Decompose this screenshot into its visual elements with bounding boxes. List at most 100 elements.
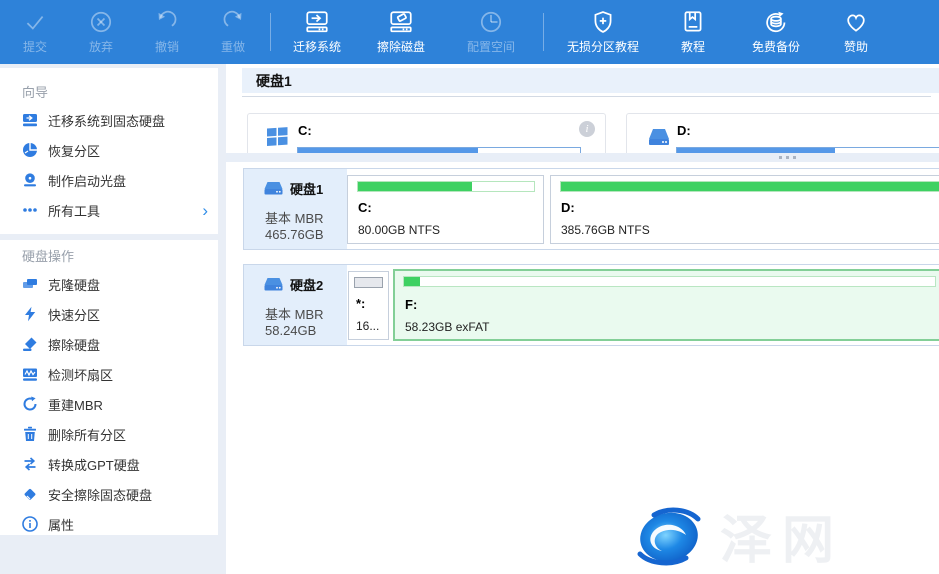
bootable-disc-icon bbox=[22, 172, 38, 188]
partition-usage-fill bbox=[404, 277, 420, 286]
tab-label: 硬盘1 bbox=[256, 71, 292, 91]
disk-type: 基本 MBR bbox=[265, 304, 324, 323]
check-icon bbox=[22, 9, 48, 35]
sidebar-item-rebuild-mbr[interactable]: 重建MBR bbox=[0, 389, 218, 419]
sidebar-item-label: 删除所有分区 bbox=[48, 425, 126, 444]
trash-icon bbox=[22, 426, 38, 442]
rebuild-refresh-icon bbox=[22, 396, 38, 412]
sidebar-item-convert-to-gpt[interactable]: 转换成GPT硬盘 bbox=[0, 449, 218, 479]
partition-assistant-window: { "toolbar": { "items": [ {"label": "提交"… bbox=[0, 0, 939, 574]
sidebar-item-label: 迁移系统到固态硬盘 bbox=[48, 111, 165, 130]
partition-detail: 80.00GB NTFS bbox=[358, 223, 440, 237]
sidebar-item-label: 所有工具 bbox=[48, 201, 100, 220]
undo-button[interactable]: 撤销 bbox=[134, 0, 200, 64]
heart-icon bbox=[843, 9, 869, 35]
sidebar-item-quick-partition[interactable]: 快速分区 bbox=[0, 299, 218, 329]
sidebar-item-migrate-os-to-ssd[interactable]: 迁移系统到固态硬盘 bbox=[0, 105, 218, 135]
partition-usage-bar bbox=[357, 181, 535, 192]
convert-arrows-icon bbox=[22, 456, 38, 472]
sidebar-item-properties[interactable]: 属性 bbox=[0, 509, 218, 539]
sidebar-item-wipe-disk[interactable]: 擦除硬盘 bbox=[0, 329, 218, 359]
sidebar-item-label: 转换成GPT硬盘 bbox=[48, 455, 140, 474]
splitter-grip-icon bbox=[779, 156, 796, 159]
free-backup-button[interactable]: 免费备份 bbox=[728, 0, 824, 64]
redo-button[interactable]: 重做 bbox=[200, 0, 266, 64]
sidebar-wizard-section: 向导 迁移系统到固态硬盘 恢复分区 制作启动光盘 所有工具 › bbox=[0, 68, 218, 234]
sidebar-section-header: 硬盘操作 bbox=[22, 246, 218, 265]
partition-letter: C: bbox=[358, 200, 372, 215]
sidebar-item-make-bootable-media[interactable]: 制作启动光盘 bbox=[0, 165, 218, 195]
submit-button[interactable]: 提交 bbox=[2, 0, 68, 64]
disk2-info-block[interactable]: 硬盘2 基本 MBR 58.24GB bbox=[244, 265, 347, 345]
clone-disk-icon bbox=[22, 276, 38, 292]
toolbar-label: 撤销 bbox=[155, 38, 179, 55]
partition-f-selected[interactable]: F: 58.23GB exFAT bbox=[393, 269, 939, 341]
toolbar-label: 教程 bbox=[681, 38, 705, 55]
sidebar-disk-operations-section: 硬盘操作 克隆硬盘 快速分区 擦除硬盘 检测坏扇区 重建MBR 删除所有分区 bbox=[0, 240, 218, 535]
sidebar-item-label: 安全擦除固态硬盘 bbox=[48, 485, 152, 504]
sidebar-item-label: 属性 bbox=[48, 515, 74, 534]
migrate-ssd-icon bbox=[22, 112, 38, 128]
sidebar-item-recover-partition[interactable]: 恢复分区 bbox=[0, 135, 218, 165]
bad-sector-wave-icon bbox=[22, 366, 38, 382]
sidebar-item-label: 克隆硬盘 bbox=[48, 275, 100, 294]
toolbar-label: 无损分区教程 bbox=[567, 38, 639, 55]
sponsor-button[interactable]: 赞助 bbox=[824, 0, 888, 64]
sidebar-section-header: 向导 bbox=[22, 82, 218, 101]
disk1-info-block[interactable]: 硬盘1 基本 MBR 465.76GB bbox=[244, 169, 347, 249]
panel-splitter[interactable] bbox=[226, 153, 939, 162]
sidebar-item-check-bad-sectors[interactable]: 检测坏扇区 bbox=[0, 359, 218, 389]
volume-letter: C: bbox=[298, 123, 312, 138]
undo-icon bbox=[154, 9, 180, 35]
toolbar-label: 配置空间 bbox=[467, 38, 515, 55]
sidebar-item-all-tools[interactable]: 所有工具 › bbox=[0, 195, 218, 225]
sidebar-item-label: 检测坏扇区 bbox=[48, 365, 113, 384]
sidebar-item-secure-erase-ssd[interactable]: 安全擦除固态硬盘 bbox=[0, 479, 218, 509]
pie-clock-icon bbox=[478, 9, 504, 35]
drive-icon bbox=[646, 127, 672, 148]
lightning-icon bbox=[22, 306, 38, 322]
disk-name: 硬盘1 bbox=[290, 179, 323, 198]
book-icon bbox=[680, 9, 706, 35]
info-icon[interactable]: i bbox=[579, 121, 595, 137]
disk-name: 硬盘2 bbox=[290, 275, 323, 294]
disk-icon bbox=[262, 181, 285, 197]
sidebar-item-delete-all-partitions[interactable]: 删除所有分区 bbox=[0, 419, 218, 449]
disk-row-2: 硬盘2 基本 MBR 58.24GB *: 16... F: 58.23GB e… bbox=[243, 264, 939, 346]
tab-disk1[interactable]: 硬盘1 bbox=[242, 68, 939, 93]
partition-detail: 385.76GB NTFS bbox=[561, 223, 650, 237]
disk-size: 465.76GB bbox=[265, 227, 324, 242]
partition-unnamed[interactable]: *: 16... bbox=[348, 271, 389, 340]
sidebar-item-label: 制作启动光盘 bbox=[48, 171, 126, 190]
partition-usage-fill bbox=[358, 182, 472, 191]
disk-size: 58.24GB bbox=[265, 323, 316, 338]
watermark-text: 泽网 bbox=[720, 498, 844, 573]
sidebar-item-label: 快速分区 bbox=[48, 305, 100, 324]
toolbar-label: 提交 bbox=[23, 38, 47, 55]
migrate-disk-icon bbox=[304, 9, 330, 35]
sidebar-item-clone-disk[interactable]: 克隆硬盘 bbox=[0, 269, 218, 299]
allocate-space-button[interactable]: 配置空间 bbox=[443, 0, 539, 64]
shield-plus-icon bbox=[590, 9, 616, 35]
sidebar-item-label: 恢复分区 bbox=[48, 141, 100, 160]
partition-usage-bar bbox=[403, 276, 936, 287]
disk-type: 基本 MBR bbox=[265, 208, 324, 227]
partition-d[interactable]: D: 385.76GB NTFS bbox=[550, 175, 939, 244]
wipe-brush-icon bbox=[22, 336, 38, 352]
redo-icon bbox=[220, 9, 246, 35]
main-area: 硬盘1 C: i D: 硬盘1 bbox=[226, 64, 939, 574]
tutorial-button[interactable]: 教程 bbox=[658, 0, 728, 64]
eraser-icon bbox=[22, 486, 38, 502]
erase-disk-toolbar-button[interactable]: 擦除磁盘 bbox=[359, 0, 443, 64]
toolbar-label: 重做 bbox=[221, 38, 245, 55]
toolbar: 提交 放弃 撤销 重做 迁移系统 擦除磁盘 配置空间 bbox=[0, 0, 939, 64]
partition-letter: D: bbox=[561, 200, 575, 215]
partition-usage-fill bbox=[561, 182, 939, 191]
lossless-tutorial-button[interactable]: 无损分区教程 bbox=[548, 0, 658, 64]
divider bbox=[242, 96, 931, 97]
migrate-system-button[interactable]: 迁移系统 bbox=[275, 0, 359, 64]
discard-button[interactable]: 放弃 bbox=[68, 0, 134, 64]
partition-letter: F: bbox=[405, 297, 417, 312]
partition-c[interactable]: C: 80.00GB NTFS bbox=[347, 175, 544, 244]
pie-recover-icon bbox=[22, 142, 38, 158]
